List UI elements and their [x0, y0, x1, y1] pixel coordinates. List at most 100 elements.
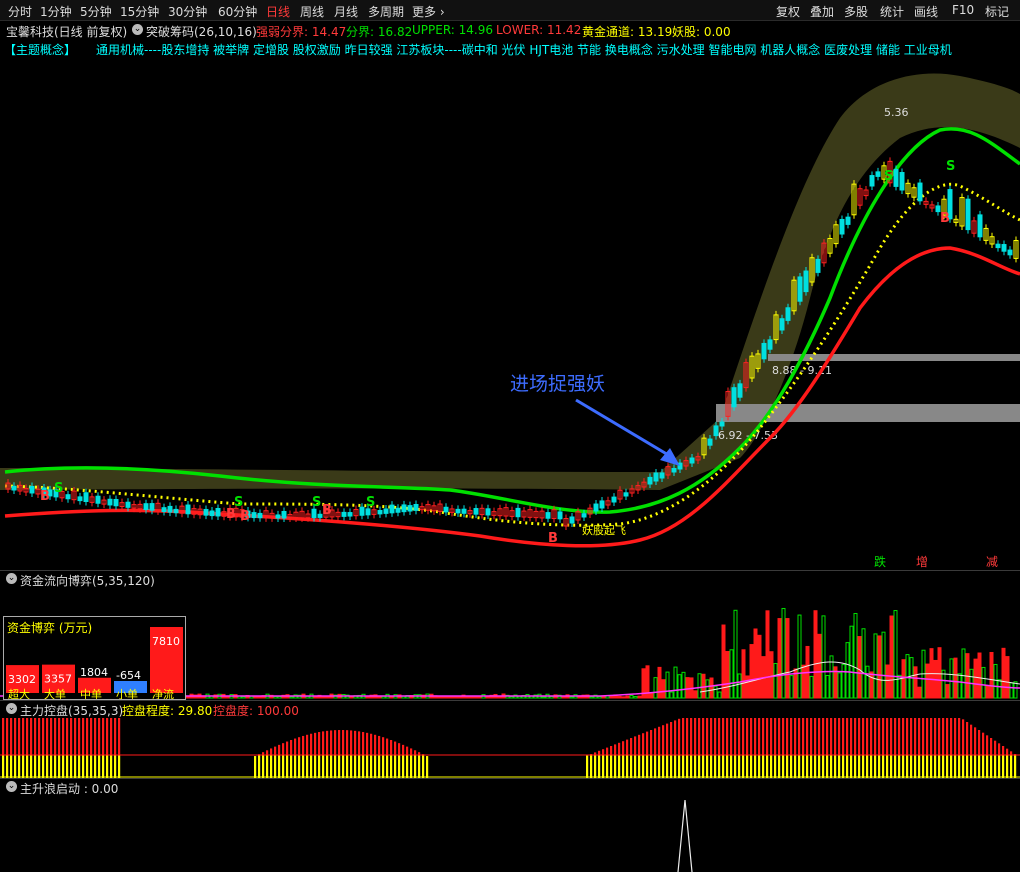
control-bar-yellow — [822, 755, 825, 778]
control-bar-red — [974, 727, 977, 755]
control-bar-red — [630, 738, 633, 755]
tab-more[interactable]: 更多 › — [412, 3, 445, 20]
fund-game-box: 资金博弈 (万元) 3302 超大 3357 大单 1804 中单 -654 小单 7810 净流 — [3, 616, 186, 700]
volume-bar — [825, 675, 830, 699]
wave-title[interactable]: 主升浪启动 : 0.00 — [20, 780, 118, 797]
control-bar-yellow — [850, 755, 853, 778]
control-bar-red — [774, 718, 777, 755]
control-bar-red — [734, 718, 737, 755]
control-bar-yellow — [746, 755, 749, 778]
volume-bar — [865, 665, 870, 699]
candle-body — [275, 514, 281, 519]
control-bar-red — [834, 718, 837, 755]
control-bar-yellow — [974, 755, 977, 778]
volume-bar — [849, 625, 854, 699]
draw-line-button[interactable]: 画线 — [914, 3, 938, 20]
collapse-circle-icon[interactable]: ⌄ — [6, 703, 17, 714]
control-bar-yellow — [710, 755, 713, 778]
control-bar-yellow — [958, 755, 961, 778]
control-bar-yellow — [726, 755, 729, 778]
collapse-circle-icon[interactable]: ⌄ — [6, 573, 17, 584]
control-bar-yellow — [954, 755, 957, 778]
tab-monthly[interactable]: 月线 — [334, 3, 358, 20]
fund-bar-value: 3302 — [8, 673, 36, 686]
candle-body — [209, 510, 215, 517]
candle-body — [473, 508, 479, 515]
control-bar-red — [18, 718, 21, 755]
volume-bar — [629, 694, 634, 699]
volume-bar — [701, 673, 706, 699]
volume-bar — [809, 675, 814, 699]
control-bar-red — [830, 718, 833, 755]
tab-30min[interactable]: 30分钟 — [168, 3, 207, 20]
volume-bar — [989, 651, 994, 699]
control-bar-red — [978, 730, 981, 755]
control-bar-yellow — [426, 756, 429, 778]
volume-bar — [769, 651, 774, 699]
control-bar-red — [74, 718, 77, 755]
tab-fenshi[interactable]: 分时 — [8, 3, 32, 20]
candle-body — [389, 504, 395, 514]
volume-bar — [801, 664, 806, 699]
tab-60min[interactable]: 60分钟 — [218, 3, 257, 20]
mark-button[interactable]: 标记 — [985, 3, 1009, 20]
candle-body — [383, 508, 389, 514]
indicator-name[interactable]: 突破筹码(26,10,16) — [146, 23, 257, 40]
overlay-button[interactable]: 叠加 — [810, 3, 834, 20]
candle-body — [737, 383, 743, 398]
candle-body — [149, 503, 155, 511]
volume-bar — [925, 663, 930, 699]
tab-weekly[interactable]: 周线 — [300, 3, 324, 20]
control-bar-red — [302, 735, 305, 755]
tab-1min[interactable]: 1分钟 — [40, 3, 72, 20]
volume-bar — [705, 679, 710, 699]
control-bar-yellow — [630, 755, 633, 778]
control-title[interactable]: 主力控盘(35,35,3) — [20, 702, 123, 719]
control-bar-yellow — [586, 755, 589, 778]
f10-button[interactable]: F10 — [952, 3, 974, 17]
collapse-circle-icon[interactable]: ⌄ — [6, 781, 17, 792]
control-bar-red — [610, 746, 613, 755]
control-bar-yellow — [314, 755, 317, 778]
control-bar-yellow — [646, 755, 649, 778]
control-bar-red — [346, 730, 349, 755]
control-bar-red — [598, 750, 601, 755]
tab-daily[interactable]: 日线 — [266, 3, 290, 20]
stats-button[interactable]: 统计 — [880, 3, 904, 20]
control-bar-yellow — [58, 755, 61, 778]
candle-body — [569, 516, 575, 524]
control-bar-red — [738, 718, 741, 755]
control-bar-red — [882, 718, 885, 755]
tab-multi-period[interactable]: 多周期 — [368, 3, 404, 20]
candle-body — [713, 425, 719, 437]
fund-flow-title[interactable]: 资金流向博弈(5,35,120) — [20, 572, 155, 589]
control-bar-yellow — [322, 755, 325, 778]
candle-body — [797, 276, 803, 302]
buy-marker: B — [40, 489, 50, 504]
control-bar-red — [294, 738, 297, 755]
control-bar-yellow — [890, 755, 893, 778]
fund-flow-header: ⌄ 资金流向博弈(5,35,120) — [0, 571, 1020, 589]
control-bar-yellow — [930, 755, 933, 778]
volume-bar — [677, 674, 682, 699]
control-bar-red — [842, 718, 845, 755]
volume-bar — [1001, 647, 1006, 699]
tab-5min[interactable]: 5分钟 — [80, 3, 112, 20]
control-bar-yellow — [666, 755, 669, 778]
control-bar-red — [858, 718, 861, 755]
volume-bar — [601, 696, 606, 699]
control-bar-yellow — [394, 755, 397, 778]
control-bar-yellow — [834, 755, 837, 778]
control-bar-yellow — [806, 755, 809, 778]
multi-stock-button[interactable]: 多股 — [844, 3, 868, 20]
settings-circle-icon[interactable]: ⌄ — [132, 24, 143, 35]
period-toolbar: 分时 1分钟 5分钟 15分钟 30分钟 60分钟 日线 周线 月线 多周期 更… — [0, 0, 1020, 21]
control-bar-red — [110, 718, 113, 755]
control-bar-red — [838, 718, 841, 755]
tab-15min[interactable]: 15分钟 — [120, 3, 159, 20]
control-bar-yellow — [818, 755, 821, 778]
fuquan-button[interactable]: 复权 — [776, 3, 800, 20]
control-bar-yellow — [298, 755, 301, 778]
main-price-chart[interactable]: 8.88 - 9.11 6.92 - 7.53 5.36 B B B B B B… — [0, 58, 1020, 570]
control-bar-red — [98, 718, 101, 755]
